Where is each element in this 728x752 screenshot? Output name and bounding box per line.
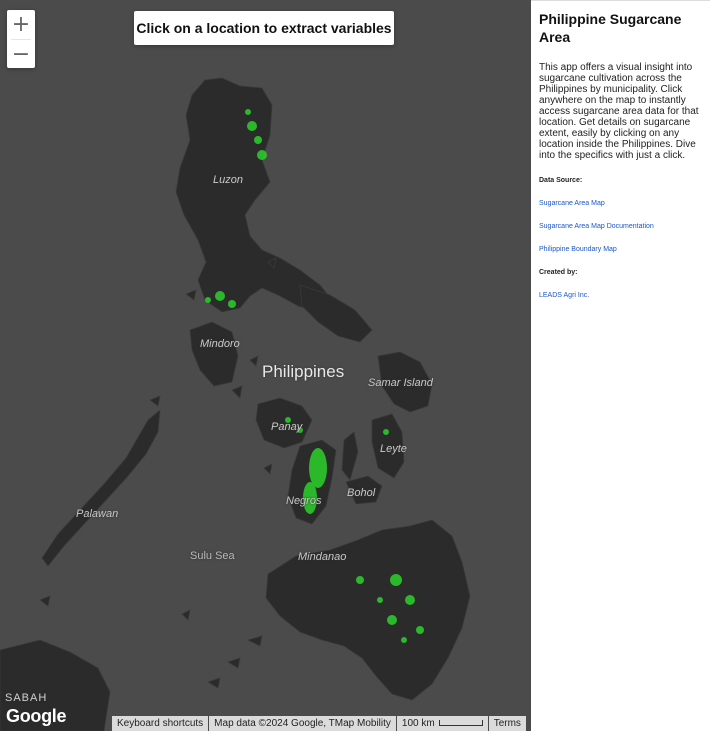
philippine-boundary-map-link[interactable]: Philippine Boundary Map: [539, 246, 702, 253]
place-negros: Negros: [286, 495, 322, 507]
mindanao-landmass: [265, 519, 471, 701]
cebu-landmass: [341, 431, 359, 481]
map-data-attribution: Map data ©2024 Google, TMap Mobility: [209, 716, 396, 731]
zoom-out-button[interactable]: −: [7, 40, 35, 69]
place-panay: Panay: [271, 421, 303, 433]
place-samar: Samar Island: [368, 377, 433, 389]
bicol-landmass: [299, 284, 373, 343]
place-palawan: Palawan: [76, 508, 119, 520]
luzon-landmass: [175, 77, 333, 313]
place-mindanao: Mindanao: [298, 551, 347, 563]
info-panel: Philippine Sugarcane Area This app offer…: [531, 0, 710, 731]
page-gutter: [710, 0, 728, 752]
scale-indicator[interactable]: 100 km: [396, 716, 488, 731]
panel-title: Philippine Sugarcane Area: [539, 11, 682, 45]
google-logo[interactable]: Google: [6, 706, 67, 727]
mindoro-landmass: [189, 321, 239, 387]
author-link[interactable]: LEADS Agri Inc.: [539, 292, 702, 299]
map-canvas[interactable]: + − Click on a location to extract varia…: [0, 0, 531, 731]
zoom-control: + −: [7, 10, 35, 68]
palawan-landmass: [41, 409, 161, 567]
extract-instruction-banner: Click on a location to extract variables: [134, 11, 394, 45]
place-bohol: Bohol: [347, 487, 376, 499]
place-sabah: SABAH: [5, 692, 48, 704]
keyboard-shortcuts-link[interactable]: Keyboard shortcuts: [112, 716, 209, 731]
sugarcane-area-map-documentation-link[interactable]: Sugarcane Area Map Documentation: [539, 223, 702, 230]
terms-link[interactable]: Terms: [488, 716, 526, 731]
map-attribution-bar: Keyboard shortcuts Map data ©2024 Google…: [112, 716, 527, 731]
data-source-label: Data Source:: [539, 177, 583, 184]
place-mindoro: Mindoro: [200, 338, 240, 350]
place-leyte: Leyte: [380, 443, 407, 455]
zoom-in-button[interactable]: +: [7, 10, 35, 39]
place-philippines: Philippines: [262, 362, 345, 381]
scale-label: 100 km: [401, 718, 435, 729]
place-luzon: Luzon: [213, 174, 243, 186]
scale-bar-icon: [438, 720, 483, 727]
panel-description: This app offers a visual insight into su…: [539, 62, 699, 161]
sugarcane-area-map-link[interactable]: Sugarcane Area Map: [539, 200, 702, 207]
place-sulu-sea: Sulu Sea: [190, 550, 235, 562]
created-by-label: Created by:: [539, 269, 578, 276]
